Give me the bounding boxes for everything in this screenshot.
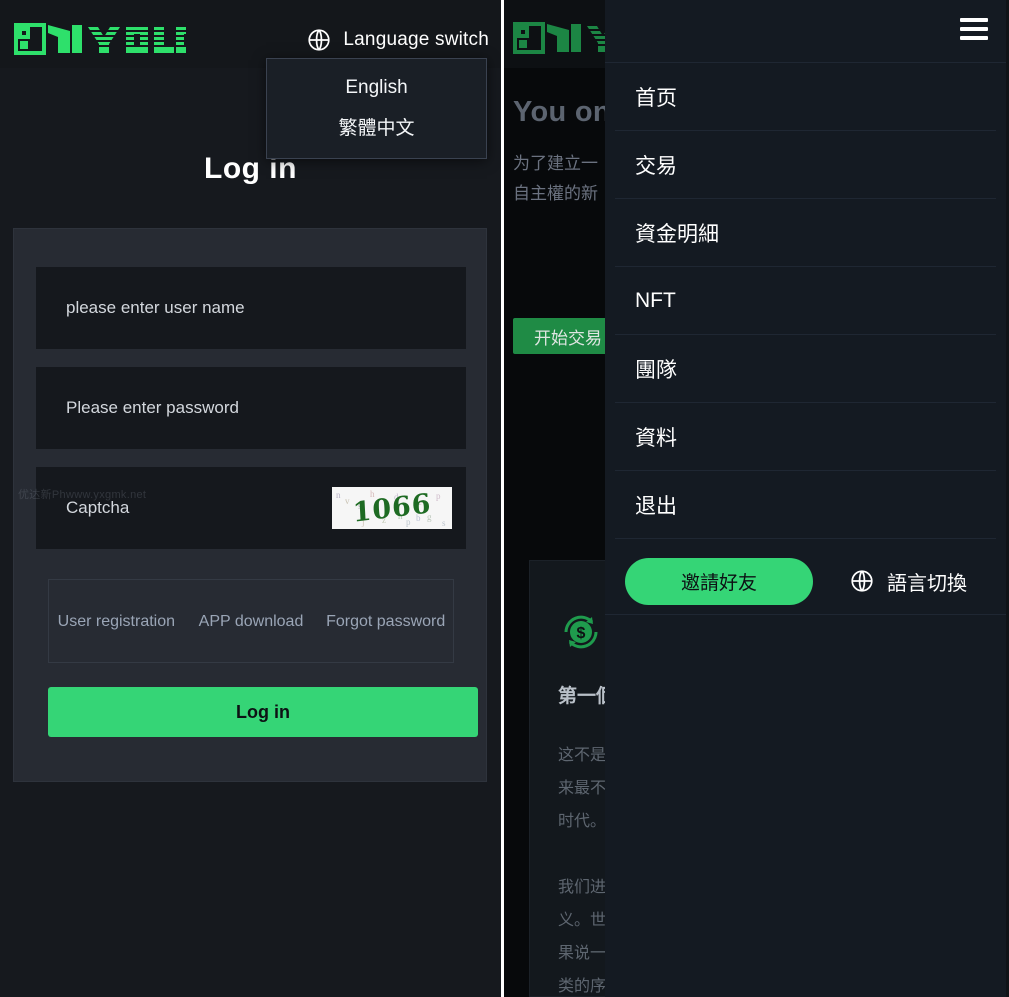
side-drawer: 首页 交易 資金明細 NFT 團隊 資料 退出 邀請好友 語言切換 bbox=[605, 0, 1006, 997]
menu-item-trade[interactable]: 交易 bbox=[615, 131, 996, 199]
hamburger-bar bbox=[960, 27, 988, 31]
hero-line-1: 为了建立一 bbox=[513, 154, 598, 173]
screenshot-root: Language switch English 繁體中文 Log in plea… bbox=[0, 0, 1009, 997]
language-option-traditional-chinese[interactable]: 繁體中文 bbox=[338, 113, 414, 140]
menu-item-team[interactable]: 團隊 bbox=[615, 335, 996, 403]
feature-line-3: 时代。 bbox=[558, 813, 607, 830]
drawer-header bbox=[605, 0, 1006, 63]
menu-item-label: 團隊 bbox=[635, 358, 677, 382]
globe-icon bbox=[851, 570, 873, 592]
language-switch-trigger[interactable]: Language switch bbox=[306, 27, 489, 53]
captcha-row[interactable]: Captcha n v s h z d p e g p s n b j 1066 bbox=[36, 467, 466, 549]
panel-divider bbox=[501, 0, 504, 997]
language-option-english[interactable]: English bbox=[345, 77, 407, 99]
menu-item-fund-details[interactable]: 資金明細 bbox=[615, 199, 996, 267]
drawer-language-label: 語言切換 bbox=[887, 572, 967, 595]
captcha-code: 1066 bbox=[351, 487, 433, 529]
user-registration-link[interactable]: User registration bbox=[49, 610, 184, 633]
language-dropdown[interactable]: English 繁體中文 bbox=[266, 58, 487, 159]
drawer-page: You on 为了建立一 自主權的新 开始交易 $ 第一個 这不是最 来最不挂 … bbox=[501, 0, 1006, 997]
menu-item-home[interactable]: 首页 bbox=[615, 63, 996, 131]
menu-item-label: NFT bbox=[635, 288, 676, 312]
login-form-card: please enter user name Please enter pass… bbox=[13, 228, 487, 782]
login-links-row: User registration APP download Forgot pa… bbox=[48, 579, 454, 663]
menu-item-label: 首页 bbox=[635, 86, 677, 110]
globe-icon bbox=[308, 29, 331, 51]
hamburger-bar bbox=[960, 18, 988, 22]
forgot-password-link[interactable]: Forgot password bbox=[318, 610, 453, 633]
hamburger-bar bbox=[960, 36, 988, 40]
login-page: Language switch English 繁體中文 Log in plea… bbox=[0, 0, 501, 997]
hamburger-icon[interactable] bbox=[960, 18, 988, 40]
username-input[interactable]: please enter user name bbox=[36, 267, 466, 349]
drawer-language-switch[interactable]: 語言切換 bbox=[849, 567, 967, 596]
app-download-link[interactable]: APP download bbox=[184, 610, 319, 633]
password-input[interactable]: Please enter password bbox=[36, 367, 466, 449]
menu-item-nft[interactable]: NFT bbox=[615, 267, 996, 335]
menu-item-label: 資金明細 bbox=[635, 222, 719, 246]
menu-item-profile[interactable]: 資料 bbox=[615, 403, 996, 471]
drawer-menu: 首页 交易 資金明細 NFT 團隊 資料 退出 bbox=[605, 63, 1006, 539]
captcha-image[interactable]: n v s h z d p e g p s n b j 1066 bbox=[332, 487, 452, 529]
login-button[interactable]: Log in bbox=[48, 687, 478, 737]
yolo-logo bbox=[14, 22, 186, 56]
invite-friends-button[interactable]: 邀請好友 bbox=[625, 557, 813, 605]
menu-item-label: 退出 bbox=[635, 494, 677, 518]
captcha-placeholder: Captcha bbox=[66, 498, 130, 517]
svg-text:$: $ bbox=[577, 625, 586, 642]
menu-item-label: 資料 bbox=[635, 426, 677, 450]
hero-line-2: 自主權的新 bbox=[513, 184, 598, 203]
menu-item-label: 交易 bbox=[635, 154, 677, 178]
username-placeholder: please enter user name bbox=[66, 298, 245, 317]
drawer-footer: 邀請好友 語言切換 bbox=[605, 548, 1006, 615]
password-placeholder: Please enter password bbox=[66, 398, 239, 417]
menu-item-logout[interactable]: 退出 bbox=[615, 471, 996, 539]
language-switch-label: Language switch bbox=[343, 29, 489, 50]
dollar-refresh-icon: $ bbox=[558, 609, 604, 660]
